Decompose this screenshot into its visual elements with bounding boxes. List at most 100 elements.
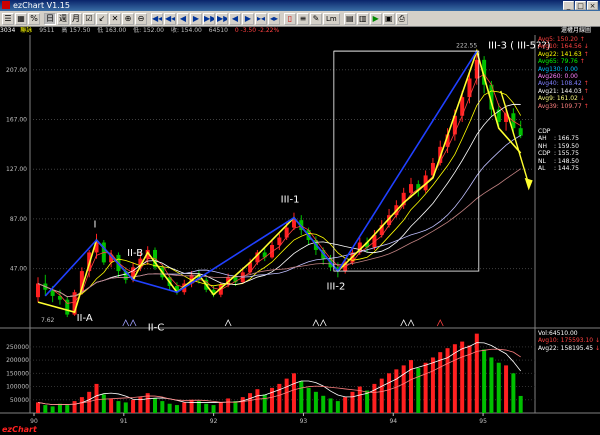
indicator-value: 108.42 (558, 80, 584, 88)
first-icon[interactable]: ◀◀ (151, 12, 163, 25)
volume-bar (248, 393, 253, 413)
day-chart-icon[interactable]: 日 (44, 12, 56, 25)
cdp-label: NL (538, 157, 546, 165)
signal-marker-icon (436, 319, 444, 327)
trend-arrow-icon: ↑ (583, 87, 589, 95)
volume-bar (109, 398, 114, 413)
month-chart-icon[interactable]: 月 (70, 12, 82, 25)
cdp-label: AL (538, 165, 546, 173)
candle-icon[interactable]: ▯ (284, 12, 296, 25)
trend-arrow-icon: ↑ (583, 80, 589, 88)
week-chart-icon[interactable]: 週 (57, 12, 69, 25)
volume-bar (313, 391, 318, 413)
indicator-label: Avg22: (538, 50, 559, 58)
volume-bar (460, 341, 465, 413)
next-page-icon[interactable]: ▶▶ (203, 12, 215, 25)
volume-bar (189, 399, 194, 413)
zoom-out-icon[interactable]: ⊖ (135, 12, 147, 25)
indicator-label: Avg5: (538, 36, 555, 43)
peak-price-label: 222.55 (456, 42, 477, 49)
bars-icon[interactable]: ▥ (356, 12, 369, 25)
percent-icon[interactable]: % (28, 12, 40, 25)
volume-bar (226, 398, 231, 413)
line-icon[interactable]: ≡ (297, 12, 309, 25)
signal-marker-icon (312, 319, 320, 327)
checkbox-icon[interactable]: ☑ (83, 12, 95, 25)
grid-icon[interactable]: ▦ (15, 12, 27, 25)
volume-bar (343, 397, 348, 413)
candle-body (474, 59, 479, 79)
volume-bar (87, 391, 92, 413)
indicator-value: 141.63 (558, 50, 584, 58)
wave-label-iic: II-C (148, 323, 165, 334)
indicator-row: Avg40: 108.42 ↑ (538, 80, 598, 87)
pen-icon[interactable]: ✎ (310, 12, 322, 25)
indicator-value: 79.76 (558, 58, 580, 66)
volume-bar (218, 402, 223, 413)
cdp-row: AL : 144.75 (538, 165, 598, 172)
price-tick-label: 47.00 (10, 266, 27, 273)
volume-bar (291, 373, 296, 413)
volume-bar (452, 344, 457, 413)
volume-bar (467, 345, 472, 413)
stock-code: 3034 (0, 27, 16, 34)
save-icon[interactable]: ▣ (382, 12, 395, 25)
list-icon[interactable]: ☰ (2, 12, 14, 25)
candle-body (518, 128, 523, 136)
volume-bar (233, 401, 238, 413)
price-tick-label: 87.00 (10, 216, 27, 223)
wave-label-iia: II-A (77, 313, 93, 324)
print-icon[interactable]: ⎙ (395, 12, 408, 25)
left-icon[interactable]: ◀ (229, 12, 241, 25)
indicator-row: Avg65: 79.76 ↑ (538, 58, 598, 65)
close-button[interactable]: × (587, 1, 598, 10)
volume-bar (116, 401, 121, 413)
minimize-button[interactable]: _ (563, 1, 574, 10)
maximize-button[interactable]: □ (575, 1, 586, 10)
candle-body (408, 184, 413, 193)
cross-icon[interactable]: ✕ (109, 12, 121, 25)
last-icon[interactable]: ▶▶ (216, 12, 228, 25)
prev-icon[interactable]: ◀ (177, 12, 189, 25)
zoom-in-icon[interactable]: ⊕ (122, 12, 134, 25)
volume-tick-label: 100000 (6, 384, 29, 391)
cdp-value: : 144.75 (554, 165, 579, 173)
volume-bar (65, 405, 70, 413)
indicator-label: Avg21: (538, 87, 559, 95)
cdp-title: CDP (538, 128, 551, 135)
ezchart-logo: ezChart (2, 425, 37, 434)
indicator-row: Avg9: 161.02 ↓ (538, 95, 598, 102)
next-icon[interactable]: ▶ (190, 12, 202, 25)
volume-bar (474, 333, 479, 413)
volume-legend-row: Vol:64510.00 (538, 330, 600, 337)
cdp-row: AH: 166.75 (538, 135, 598, 142)
volume-bar (408, 360, 413, 413)
volume-bar (182, 402, 187, 413)
right-icon[interactable]: ▶ (242, 12, 254, 25)
stock-chart[interactable]: 207.00 167.00 127.00 87.00 47.00 250000 200000… (0, 35, 600, 435)
volume-bar (387, 373, 392, 413)
cdp-row: NH: 159.50 (538, 143, 598, 150)
calendar-icon[interactable]: ▤ (343, 12, 356, 25)
volume-value: 9511 (39, 27, 55, 34)
trend-arrow-icon: ↓ (583, 43, 589, 51)
wave-label-iii2: III-2 (327, 282, 346, 293)
volume-bar (401, 365, 406, 413)
period-label: 還權月線圖 (560, 27, 591, 34)
play-icon[interactable]: ▶ (369, 12, 382, 25)
tick-icon[interactable]: ↙ (96, 12, 108, 25)
indicator-label: Avg65: (538, 58, 559, 66)
volume-bar (160, 401, 165, 413)
prev-page-icon[interactable]: ◀◀ (164, 12, 176, 25)
signal-marker-icon (122, 319, 130, 327)
x-tick-label: 95 (479, 418, 487, 425)
window-controls: _ □ × (563, 1, 598, 10)
volume-bar (394, 369, 399, 413)
cdp-row: CDP: 155.75 (538, 150, 598, 157)
narrow-icon[interactable]: ▸◂ (255, 12, 267, 25)
lm-button[interactable]: Lm (323, 12, 340, 25)
candle-body (36, 283, 40, 298)
volume-bar (372, 383, 377, 413)
signal-marker-icon (224, 319, 232, 327)
widen-icon[interactable]: ◂▸ (268, 12, 280, 25)
